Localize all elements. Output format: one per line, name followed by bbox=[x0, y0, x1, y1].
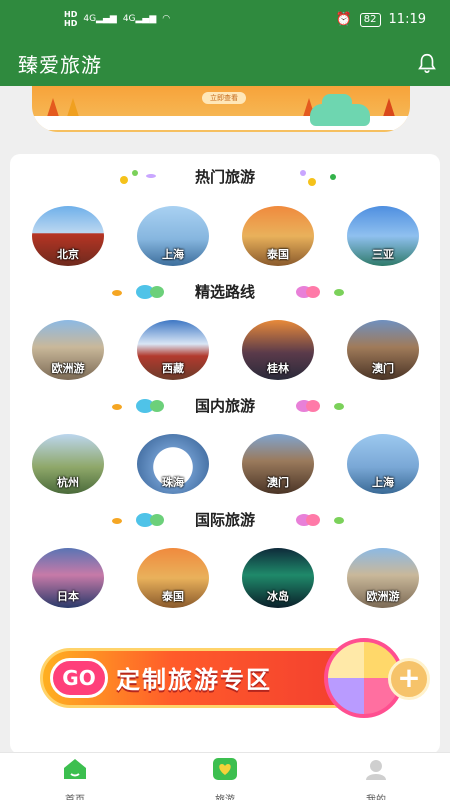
tab-home[interactable]: 首页 bbox=[35, 757, 115, 800]
alarm-icon: ⏰ bbox=[335, 12, 352, 27]
dest-label: 泰国 bbox=[162, 590, 184, 603]
home-icon bbox=[64, 759, 86, 779]
dest-thailand-2[interactable]: 泰国 bbox=[137, 548, 209, 608]
network-indicator: HD HD bbox=[64, 10, 77, 28]
section-title-hot: 热门旅游 bbox=[194, 168, 255, 186]
dest-macau-2[interactable]: 澳门 bbox=[242, 434, 314, 494]
dest-sanya[interactable]: 三亚 bbox=[347, 206, 419, 266]
top-banner[interactable]: 立即查看 bbox=[32, 86, 410, 132]
dest-hangzhou[interactable]: 杭州 bbox=[32, 434, 104, 494]
dest-label: 日本 bbox=[57, 590, 79, 603]
dest-beijing[interactable]: 北京 bbox=[32, 206, 104, 266]
decor-dot bbox=[300, 170, 306, 176]
section-title-domestic: 国内旅游 bbox=[194, 397, 255, 415]
dest-label: 北京 bbox=[57, 248, 79, 261]
banner-tag[interactable]: 立即查看 bbox=[202, 92, 246, 104]
status-left: HD HD 4G▂▄▆ 4G▂▄▆ ◠ bbox=[64, 10, 170, 28]
user-icon bbox=[366, 760, 386, 780]
decor-dot bbox=[308, 178, 316, 186]
tab-travel-label: 旅游 bbox=[185, 791, 265, 800]
dest-label: 欧洲游 bbox=[366, 590, 400, 603]
tab-mine-label: 我的 bbox=[336, 791, 416, 800]
status-right: ⏰ 82 11:19 bbox=[336, 12, 426, 27]
dest-label: 澳门 bbox=[267, 476, 289, 489]
custom-tour-banner[interactable]: GO 定制旅游专区 + bbox=[40, 638, 430, 718]
clock: 11:19 bbox=[388, 12, 426, 27]
section-title-international: 国际旅游 bbox=[194, 511, 255, 529]
decor-dot bbox=[306, 286, 320, 298]
dest-japan[interactable]: 日本 bbox=[32, 548, 104, 608]
dest-zhuhai[interactable]: 珠海 bbox=[137, 434, 209, 494]
dest-macau[interactable]: 澳门 bbox=[347, 320, 419, 380]
decor-dot bbox=[330, 174, 336, 180]
decor-dot bbox=[334, 289, 344, 296]
dest-label: 珠海 bbox=[162, 476, 184, 489]
signal-icon-1: 4G▂▄▆ bbox=[83, 14, 117, 24]
dest-label: 桂林 bbox=[267, 362, 289, 375]
dest-label: 澳门 bbox=[372, 362, 394, 375]
app-bar: 臻爱旅游 bbox=[0, 40, 450, 86]
tab-travel[interactable]: 旅游 bbox=[185, 757, 265, 800]
status-bar: HD HD 4G▂▄▆ 4G▂▄▆ ◠ ⏰ 82 11:19 bbox=[0, 0, 450, 40]
tab-home-label: 首页 bbox=[35, 791, 115, 800]
car-illustration bbox=[310, 94, 370, 126]
signal-icon-2: 4G▂▄▆ bbox=[122, 14, 157, 24]
dest-label: 冰岛 bbox=[267, 590, 289, 603]
hd-label-bottom: HD bbox=[64, 19, 78, 28]
plus-button[interactable]: + bbox=[388, 658, 430, 700]
dest-label: 三亚 bbox=[372, 248, 394, 261]
dest-label: 杭州 bbox=[57, 476, 79, 489]
dest-label: 上海 bbox=[372, 476, 394, 489]
go-badge: GO bbox=[50, 658, 108, 698]
dest-europe[interactable]: 欧洲游 bbox=[32, 320, 104, 380]
dest-guilin[interactable]: 桂林 bbox=[242, 320, 314, 380]
dest-shanghai[interactable]: 上海 bbox=[137, 206, 209, 266]
dest-tibet[interactable]: 西藏 bbox=[137, 320, 209, 380]
decor-dot bbox=[334, 403, 344, 410]
decor-dot bbox=[306, 400, 320, 412]
dest-label: 泰国 bbox=[267, 248, 289, 261]
promo-text: 定制旅游专区 bbox=[116, 666, 272, 694]
bottom-tab-bar: 首页 旅游 我的 bbox=[0, 752, 450, 800]
battery-indicator: 82 bbox=[359, 12, 381, 27]
tab-mine[interactable]: 我的 bbox=[336, 757, 416, 800]
dest-label: 上海 bbox=[162, 248, 184, 261]
hd-label-top: HD bbox=[64, 10, 78, 19]
dest-iceland[interactable]: 冰岛 bbox=[242, 548, 314, 608]
wifi-icon: ◠ bbox=[162, 14, 171, 24]
dest-label: 西藏 bbox=[162, 362, 184, 375]
section-title-selected: 精选路线 bbox=[194, 283, 255, 301]
decor-dot bbox=[306, 514, 320, 526]
dest-thailand[interactable]: 泰国 bbox=[242, 206, 314, 266]
dest-europe-2[interactable]: 欧洲游 bbox=[347, 548, 419, 608]
dest-label: 欧洲游 bbox=[51, 362, 85, 375]
bell-icon[interactable] bbox=[416, 52, 438, 74]
decor-dot bbox=[334, 517, 344, 524]
app-title: 臻爱旅游 bbox=[18, 53, 102, 77]
travel-icon bbox=[213, 758, 237, 780]
dest-shanghai-2[interactable]: 上海 bbox=[347, 434, 419, 494]
